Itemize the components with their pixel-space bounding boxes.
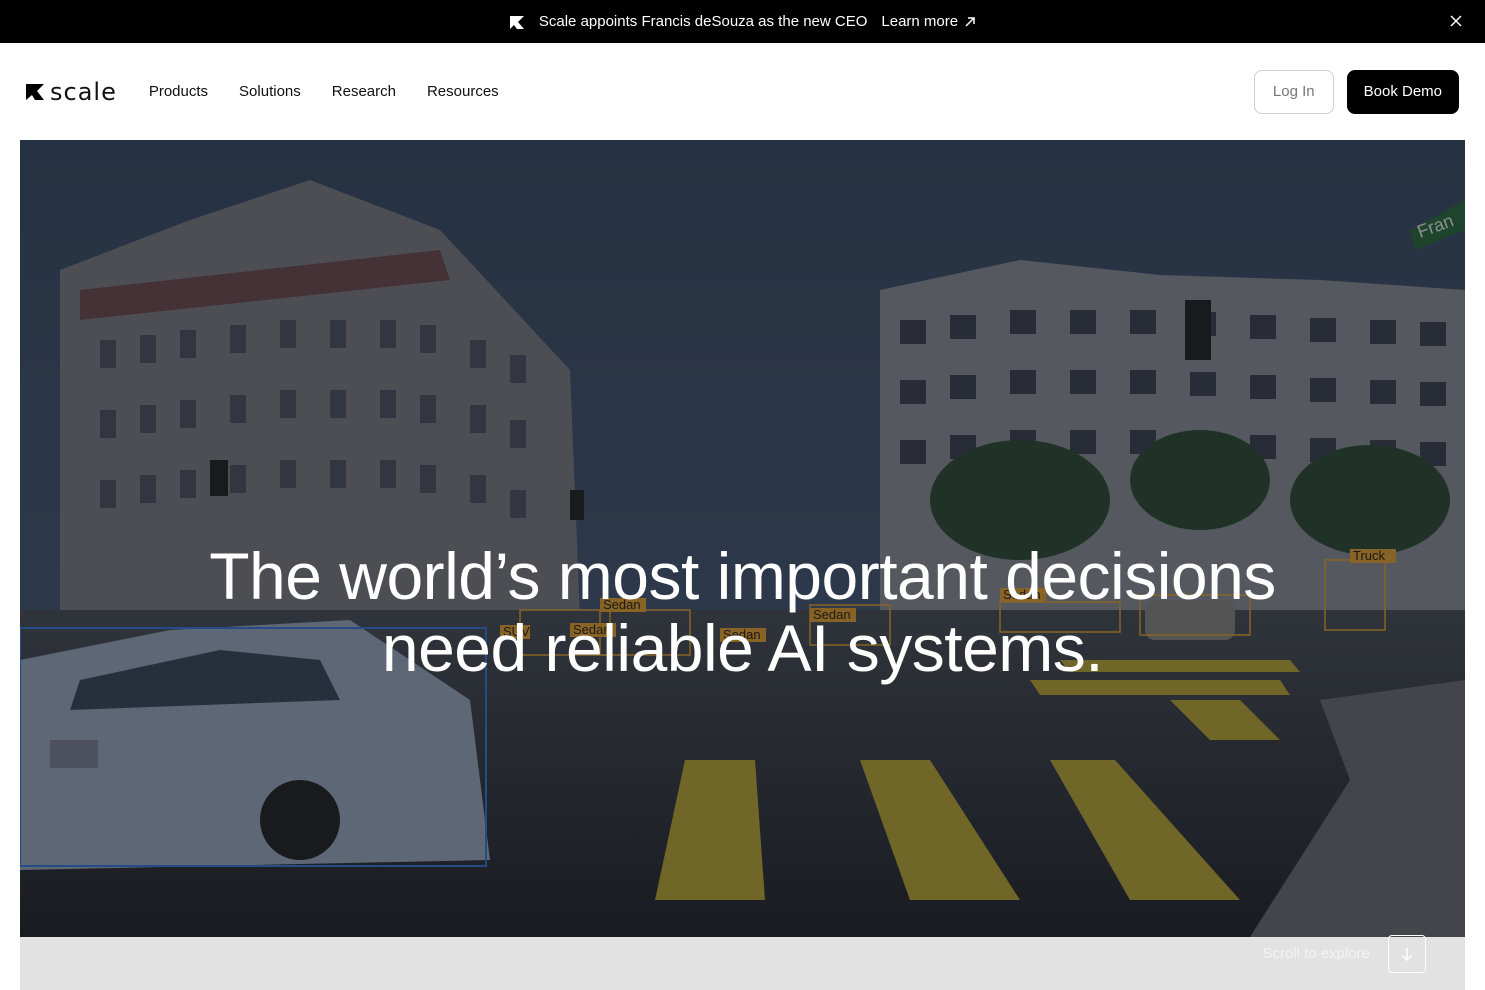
- announcement-text: Scale appoints Francis deSouza as the ne…: [538, 13, 868, 30]
- nav-products[interactable]: Products: [149, 83, 208, 100]
- hero-title-line-1: The world’s most important decisions: [209, 539, 1276, 613]
- main-nav: scale Products Solutions Research Resour…: [0, 43, 1485, 140]
- nav-research[interactable]: Research: [332, 83, 396, 100]
- scale-logo-icon: [26, 83, 44, 100]
- scroll-strip: Scroll to explore: [20, 935, 1465, 990]
- hero-section: Fran SUV Sedan Sedan Sedan Sedan Sedan T…: [20, 140, 1465, 937]
- login-button[interactable]: Log In: [1253, 69, 1334, 114]
- nav-resources[interactable]: Resources: [427, 83, 499, 100]
- hero-title: The world’s most important decisions nee…: [20, 540, 1465, 684]
- scroll-label: Scroll to explore: [1262, 945, 1370, 962]
- arrow-up-right-icon: [965, 16, 975, 27]
- scroll-down-button[interactable]: [1388, 935, 1426, 973]
- nav-solutions[interactable]: Solutions: [239, 83, 301, 100]
- brand-name: scale: [50, 77, 117, 106]
- book-demo-button[interactable]: Book Demo: [1346, 69, 1459, 114]
- hero-title-line-2: need reliable AI systems.: [381, 611, 1104, 685]
- nav-menu: Products Solutions Research Resources: [149, 83, 499, 100]
- brand-logo[interactable]: scale: [26, 78, 117, 106]
- close-icon[interactable]: [1449, 14, 1463, 28]
- arrow-down-icon: [1401, 948, 1413, 961]
- nav-actions: Log In Book Demo: [1253, 69, 1459, 114]
- learn-more-label: Learn more: [881, 13, 959, 30]
- announcement-bar: Scale appoints Francis deSouza as the ne…: [0, 0, 1485, 43]
- scale-mark-icon: [509, 15, 524, 29]
- learn-more-link[interactable]: Learn more: [881, 13, 976, 30]
